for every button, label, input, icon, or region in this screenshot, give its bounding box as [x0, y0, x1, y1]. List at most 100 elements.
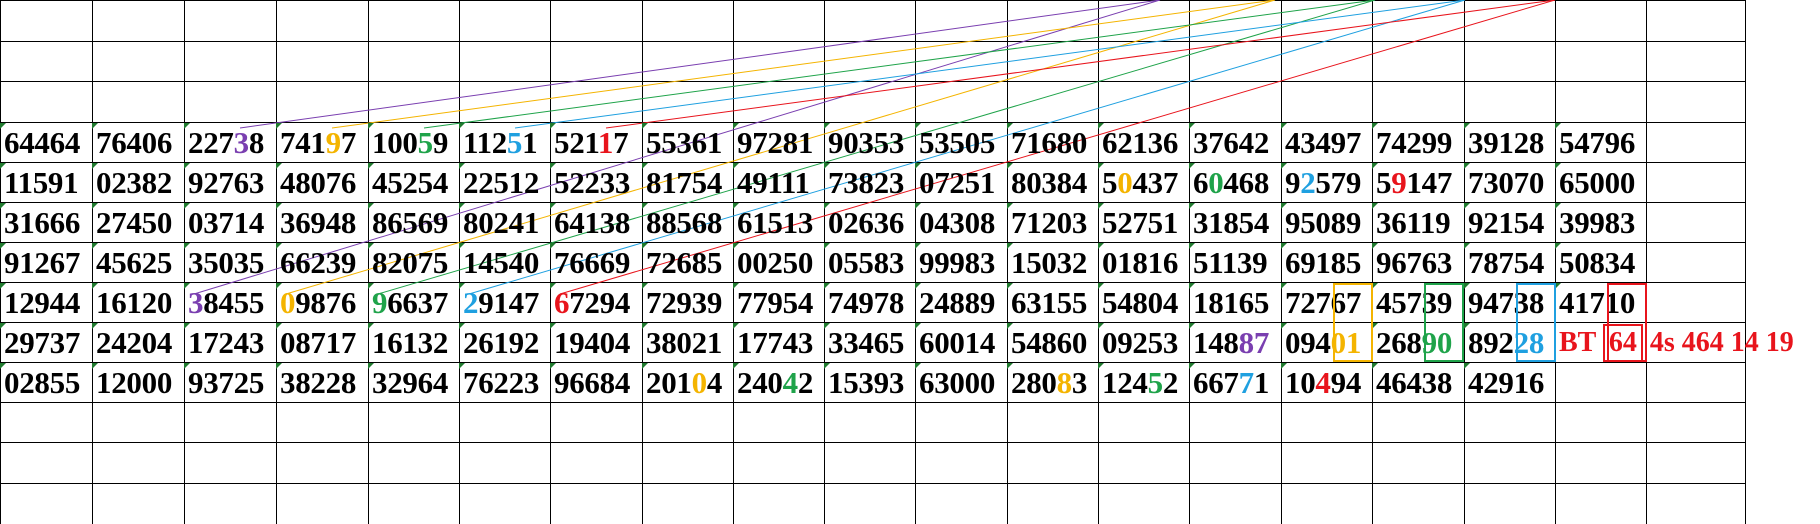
number-cell[interactable]: 54860: [1007, 323, 1098, 363]
number-cell[interactable]: 80241: [459, 203, 550, 243]
number-cell[interactable]: 52117: [550, 123, 642, 163]
number-cell[interactable]: 90353: [824, 123, 915, 163]
number-cell[interactable]: 12944: [0, 283, 92, 323]
number-cell[interactable]: 31854: [1189, 203, 1281, 243]
number-cell[interactable]: 95089: [1281, 203, 1372, 243]
number-cell[interactable]: 36119: [1372, 203, 1464, 243]
number-cell[interactable]: 72685: [642, 243, 733, 283]
number-cell[interactable]: 51139: [1189, 243, 1281, 283]
number-cell[interactable]: 88568: [642, 203, 733, 243]
number-cell[interactable]: 65000: [1555, 163, 1646, 203]
number-cell[interactable]: 33465: [824, 323, 915, 363]
number-cell[interactable]: 29737: [0, 323, 92, 363]
number-cell[interactable]: 09253: [1098, 323, 1189, 363]
number-cell[interactable]: 39128: [1464, 123, 1555, 163]
number-cell[interactable]: 18165: [1189, 283, 1281, 323]
number-cell[interactable]: 69185: [1281, 243, 1372, 283]
number-cell[interactable]: 38455: [184, 283, 276, 323]
number-cell[interactable]: 77954: [733, 283, 824, 323]
number-cell[interactable]: 73070: [1464, 163, 1555, 203]
number-cell[interactable]: 29147: [459, 283, 550, 323]
number-cell[interactable]: 43497: [1281, 123, 1372, 163]
number-cell[interactable]: 12000: [92, 363, 184, 403]
number-cell[interactable]: 35035: [184, 243, 276, 283]
number-cell[interactable]: 81754: [642, 163, 733, 203]
number-cell[interactable]: 53505: [915, 123, 1007, 163]
number-cell[interactable]: 45254: [368, 163, 459, 203]
number-cell[interactable]: 15393: [824, 363, 915, 403]
number-cell[interactable]: 10494: [1281, 363, 1372, 403]
number-cell[interactable]: 37642: [1189, 123, 1281, 163]
number-cell[interactable]: 03714: [184, 203, 276, 243]
number-cell[interactable]: 45625: [92, 243, 184, 283]
number-cell[interactable]: 54796: [1555, 123, 1646, 163]
number-cell[interactable]: 17243: [184, 323, 276, 363]
number-cell[interactable]: 73823: [824, 163, 915, 203]
number-cell[interactable]: 12452: [1098, 363, 1189, 403]
number-cell[interactable]: 02382: [92, 163, 184, 203]
number-cell[interactable]: 62136: [1098, 123, 1189, 163]
number-cell[interactable]: 82075: [368, 243, 459, 283]
number-cell[interactable]: 24204: [92, 323, 184, 363]
number-cell[interactable]: 46438: [1372, 363, 1464, 403]
number-cell[interactable]: 80384: [1007, 163, 1098, 203]
number-cell[interactable]: 66771: [1189, 363, 1281, 403]
number-cell[interactable]: 24889: [915, 283, 1007, 323]
number-cell[interactable]: 10059: [368, 123, 459, 163]
number-cell[interactable]: 96763: [1372, 243, 1464, 283]
number-cell[interactable]: 92579: [1281, 163, 1372, 203]
number-cell[interactable]: 11251: [459, 123, 550, 163]
number-cell[interactable]: 32964: [368, 363, 459, 403]
number-cell[interactable]: 36948: [276, 203, 368, 243]
number-cell[interactable]: 11591: [0, 163, 92, 203]
number-cell[interactable]: 74978: [824, 283, 915, 323]
number-cell[interactable]: 52233: [550, 163, 642, 203]
number-cell[interactable]: 26192: [459, 323, 550, 363]
number-cell[interactable]: 61513: [733, 203, 824, 243]
number-cell[interactable]: 14887: [1189, 323, 1281, 363]
number-cell[interactable]: 97281: [733, 123, 824, 163]
number-cell[interactable]: 07251: [915, 163, 1007, 203]
number-cell[interactable]: 01816: [1098, 243, 1189, 283]
number-cell[interactable]: 59147: [1372, 163, 1464, 203]
number-cell[interactable]: 76406: [92, 123, 184, 163]
number-cell[interactable]: 49111: [733, 163, 824, 203]
number-cell[interactable]: 63000: [915, 363, 1007, 403]
number-cell[interactable]: 54804: [1098, 283, 1189, 323]
number-cell[interactable]: 67294: [550, 283, 642, 323]
number-cell[interactable]: 64138: [550, 203, 642, 243]
number-cell[interactable]: 38228: [276, 363, 368, 403]
number-cell[interactable]: 15032: [1007, 243, 1098, 283]
number-cell[interactable]: 05583: [824, 243, 915, 283]
number-cell[interactable]: 92763: [184, 163, 276, 203]
number-cell[interactable]: 60468: [1189, 163, 1281, 203]
number-cell[interactable]: 76223: [459, 363, 550, 403]
number-cell[interactable]: 22738: [184, 123, 276, 163]
number-cell[interactable]: 20104: [642, 363, 733, 403]
number-cell[interactable]: 55361: [642, 123, 733, 163]
number-cell[interactable]: 04308: [915, 203, 1007, 243]
number-cell[interactable]: 99983: [915, 243, 1007, 283]
number-cell[interactable]: 71680: [1007, 123, 1098, 163]
number-cell[interactable]: 91267: [0, 243, 92, 283]
number-cell[interactable]: 63155: [1007, 283, 1098, 323]
number-cell[interactable]: 16132: [368, 323, 459, 363]
number-cell[interactable]: 76669: [550, 243, 642, 283]
number-cell[interactable]: 16120: [92, 283, 184, 323]
number-cell[interactable]: 42916: [1464, 363, 1555, 403]
number-cell[interactable]: 22512: [459, 163, 550, 203]
number-cell[interactable]: 50834: [1555, 243, 1646, 283]
number-cell[interactable]: 08717: [276, 323, 368, 363]
number-cell[interactable]: 71203: [1007, 203, 1098, 243]
number-cell[interactable]: 17743: [733, 323, 824, 363]
number-cell[interactable]: 66239: [276, 243, 368, 283]
number-cell[interactable]: 93725: [184, 363, 276, 403]
number-cell[interactable]: 74197: [276, 123, 368, 163]
number-cell[interactable]: 50437: [1098, 163, 1189, 203]
number-cell[interactable]: 14540: [459, 243, 550, 283]
number-cell[interactable]: 39983: [1555, 203, 1646, 243]
number-cell[interactable]: 64464: [0, 123, 92, 163]
number-cell[interactable]: 02855: [0, 363, 92, 403]
number-cell[interactable]: 86569: [368, 203, 459, 243]
number-cell[interactable]: 31666: [0, 203, 92, 243]
